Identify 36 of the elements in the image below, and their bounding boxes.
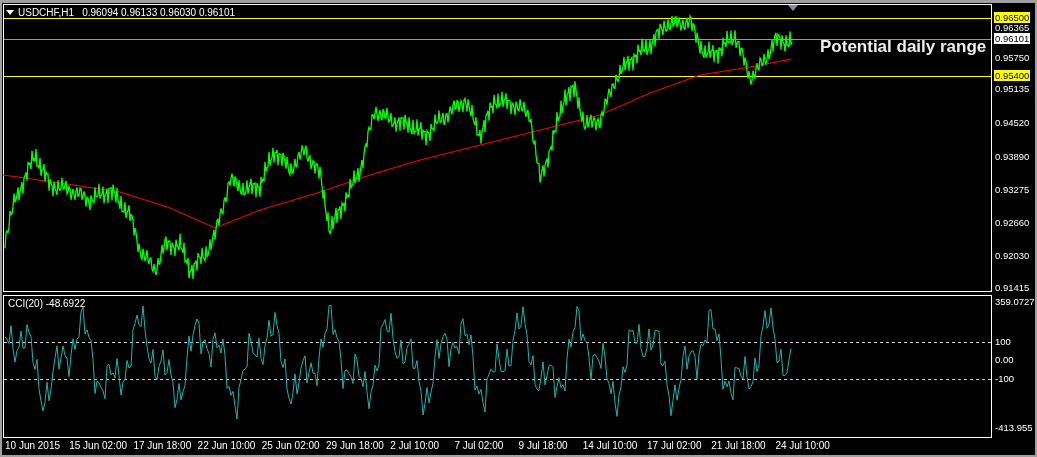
price-axis-label: 0.95135: [994, 83, 1031, 94]
time-axis-label: 17 Jun 18:00: [133, 440, 192, 451]
indicator-axis-label: -413.955: [994, 422, 1034, 433]
time-axis-label: 22 Jun 10:00: [197, 440, 256, 451]
time-axis-label: 25 Jun 02:00: [261, 440, 320, 451]
price-axis-label: 0.93275: [994, 184, 1031, 195]
indicator-axis-label: 359.0727: [994, 296, 1036, 307]
time-axis-label: 2 Jul 10:00: [390, 440, 440, 451]
time-axis-label: 29 Jun 18:00: [326, 440, 384, 451]
dropdown-caret-icon[interactable]: [6, 10, 14, 15]
time-axis-label: 17 Jul 02:00: [647, 440, 702, 451]
price-marker-label: 0.96500: [994, 12, 1031, 23]
time-axis-label: 21 Jul 18:00: [711, 440, 766, 451]
time-axis-label: 10 Jun 2015: [5, 440, 61, 451]
indicator-axis-label: -100: [994, 373, 1015, 384]
time-axis-label: 15 Jun 02:00: [69, 440, 127, 451]
price-marker-label: 0.96101: [994, 33, 1031, 44]
price-axis-label: 0.94520: [994, 117, 1031, 128]
price-axis-label: 0.92660: [994, 217, 1031, 228]
chart-annotation: Potential daily range: [820, 37, 987, 57]
price-marker-label: 0.95400: [994, 70, 1031, 81]
indicator-axis-label: 0.00: [994, 354, 1015, 365]
time-axis-label: 24 Jul 10:00: [775, 440, 830, 451]
price-axis-label: 0.91415: [994, 282, 1031, 293]
ohlc-values: 0.96094 0.96133 0.96030 0.96101: [82, 7, 236, 18]
time-axis-label: 14 Jul 10:00: [582, 440, 638, 451]
indicator-axis-label: 100: [994, 336, 1012, 347]
period-marker-icon: [788, 5, 798, 11]
chart-symbol: USDCHF,H1: [18, 7, 75, 18]
time-axis-label: 7 Jul 02:00: [454, 440, 504, 451]
indicator-title: CCI(20) -48.6922: [8, 298, 86, 309]
time-axis-label: 9 Jul 18:00: [518, 440, 568, 451]
price-axis-label: 0.93890: [994, 151, 1031, 162]
price-axis-label: 0.96365: [994, 22, 1031, 33]
price-axis-label: 0.92030: [994, 250, 1031, 261]
price-axis-label: 0.95750: [994, 52, 1031, 63]
